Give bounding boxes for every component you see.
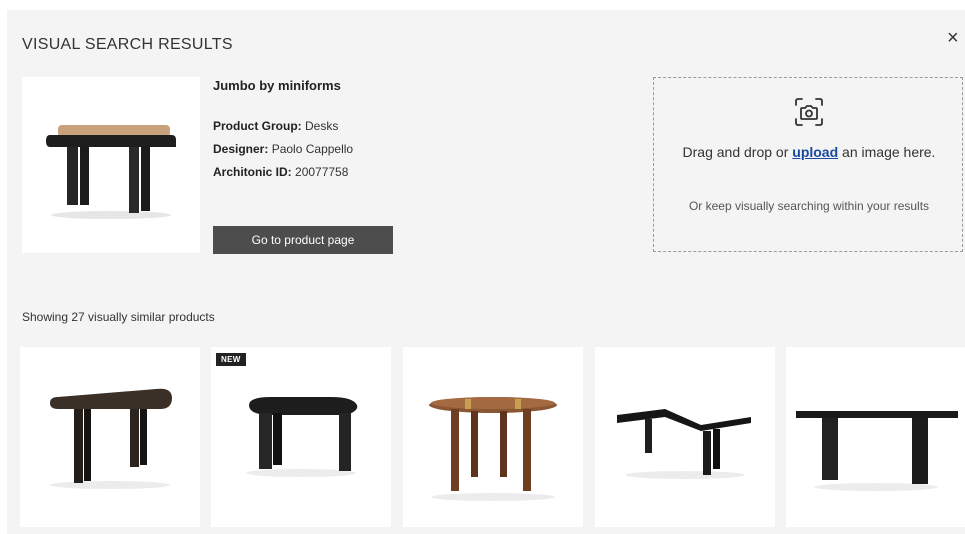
result-card[interactable] (403, 347, 583, 527)
field-label: Designer: (213, 142, 269, 156)
field-value: 20077758 (295, 165, 349, 179)
image-dropzone[interactable]: Drag and drop or upload an image here. O… (653, 77, 963, 252)
desk-illustration (46, 125, 176, 219)
field-label: Architonic ID: (213, 165, 292, 179)
product-thumbnail (617, 409, 751, 479)
field-label: Product Group: (213, 119, 302, 133)
dropzone-subtext: Or keep visually searching within your r… (688, 199, 930, 213)
architonic-id-row: Architonic ID: 20077758 (213, 165, 348, 179)
upload-link[interactable]: upload (792, 144, 838, 160)
designer-row: Designer: Paolo Cappello (213, 142, 353, 156)
product-thumbnail (246, 397, 358, 477)
close-icon[interactable]: × (947, 28, 959, 48)
panel-title: VISUAL SEARCH RESULTS (22, 36, 233, 53)
product-name: Jumbo by miniforms (213, 78, 341, 93)
field-value: Desks (305, 119, 339, 133)
visual-search-panel: VISUAL SEARCH RESULTS × Jumbo by minifor… (7, 10, 965, 534)
field-value: Paolo Cappello (271, 142, 354, 156)
camera-icon (795, 98, 823, 126)
result-card[interactable] (595, 347, 775, 527)
product-thumbnail (796, 411, 958, 491)
new-badge: NEW (216, 353, 246, 366)
results-count: Showing 27 visually similar products (22, 310, 215, 324)
product-thumbnail (50, 388, 172, 489)
product-thumbnail (429, 397, 557, 501)
result-card[interactable] (20, 347, 200, 527)
dropzone-text: an image here. (842, 144, 936, 160)
result-card[interactable]: NEW (211, 347, 391, 527)
product-image (22, 77, 200, 253)
result-card[interactable] (786, 347, 965, 527)
dropzone-text: Drag and drop or (682, 144, 789, 160)
go-to-product-button[interactable]: Go to product page (213, 226, 393, 254)
product-group-row: Product Group: Desks (213, 119, 338, 133)
dropzone-instructions: Drag and drop or upload an image here. (674, 140, 944, 164)
